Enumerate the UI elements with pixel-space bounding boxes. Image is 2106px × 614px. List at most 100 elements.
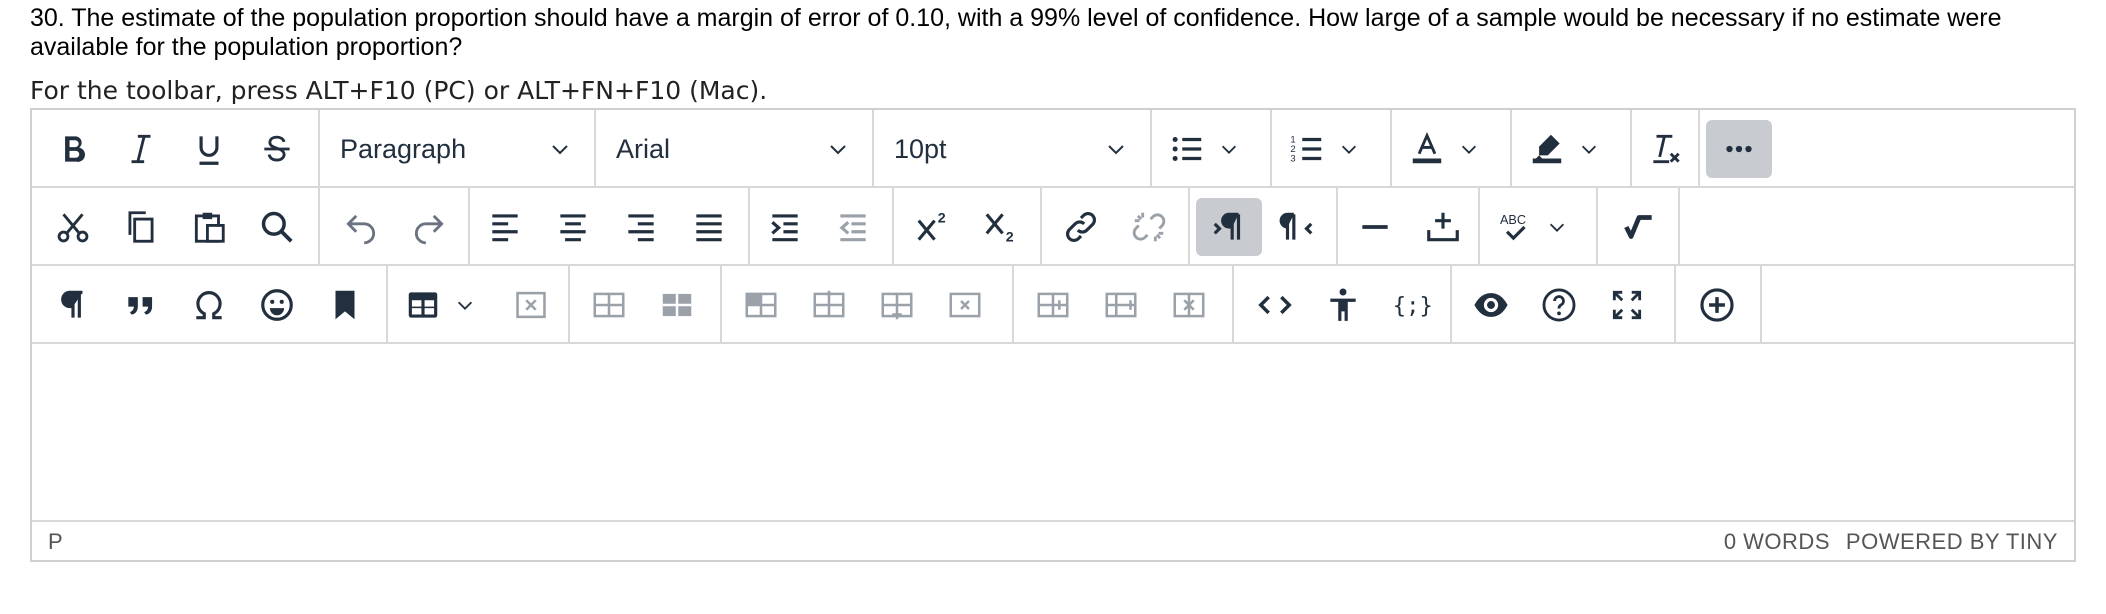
spellcheck-icon: ABC: [1500, 213, 1526, 241]
svg-text:2: 2: [938, 210, 946, 226]
indent-icon: [771, 214, 798, 242]
editor-statusbar: P 0 WORDS POWERED BY TINY: [32, 520, 2074, 560]
math-equation-button[interactable]: [1610, 198, 1668, 256]
bold-button[interactable]: [44, 120, 102, 178]
chevron-down-icon: [830, 145, 846, 155]
chevron-down-icon: [552, 145, 568, 155]
fullscreen-button[interactable]: [1598, 276, 1656, 334]
bookmark-button[interactable]: [316, 276, 374, 334]
editor-content-area[interactable]: [32, 344, 2074, 520]
cut-icon: [57, 213, 89, 243]
italic-icon: [131, 134, 151, 164]
numbered-list-group: 123: [1272, 110, 1392, 186]
font-size-select[interactable]: 10pt: [874, 120, 1150, 178]
chevron-down-icon: [1108, 145, 1124, 155]
table-row-props-button[interactable]: [580, 276, 638, 334]
insert-row-after-icon: [1105, 292, 1137, 318]
horizontal-line-button[interactable]: [1346, 198, 1404, 256]
direction-group: [1190, 188, 1338, 264]
text-color-button[interactable]: [1398, 120, 1506, 178]
rtl-button[interactable]: [1268, 198, 1326, 256]
emoji-button[interactable]: [248, 276, 306, 334]
table-group: [388, 266, 570, 342]
table-row-group: [570, 266, 722, 342]
align-left-button[interactable]: [476, 198, 534, 256]
link-icon: [1066, 212, 1096, 242]
rich-text-editor: Paragraph Arial 10pt 123 2 2 ABC {;} P 0…: [30, 108, 2076, 562]
add-content-button[interactable]: [1688, 276, 1746, 334]
block-format-value: Paragraph: [340, 133, 467, 164]
numbered-list-button[interactable]: 123: [1278, 120, 1386, 178]
outdent-icon: [839, 214, 866, 242]
font-family-select[interactable]: Arial: [596, 120, 872, 178]
italic-button[interactable]: [112, 120, 170, 178]
insert-row-button[interactable]: [1024, 276, 1082, 334]
insert-row-after-button[interactable]: [1092, 276, 1150, 334]
view-group: [1452, 266, 1676, 342]
table-cell-button[interactable]: [732, 276, 790, 334]
insert-column-after-button[interactable]: [868, 276, 926, 334]
special-character-button[interactable]: [180, 276, 238, 334]
superscript-icon: 2: [917, 210, 946, 241]
accessibility-button[interactable]: [1314, 276, 1372, 334]
delete-table-button[interactable]: [502, 276, 560, 334]
align-center-button[interactable]: [544, 198, 602, 256]
find-button[interactable]: [248, 198, 306, 256]
outdent-button[interactable]: [824, 198, 882, 256]
word-count[interactable]: 0 WORDS: [1724, 529, 1830, 555]
toolbar-row-1: Paragraph Arial 10pt 123: [32, 110, 2074, 188]
highlight-color-button[interactable]: [1518, 120, 1626, 178]
more-group: [1700, 110, 1778, 186]
spellcheck-button[interactable]: ABC: [1486, 198, 1594, 256]
powered-by-link[interactable]: POWERED BY TINY: [1846, 529, 2058, 555]
indent-button[interactable]: [756, 198, 814, 256]
justify-button[interactable]: [680, 198, 738, 256]
unlink-button[interactable]: [1120, 198, 1178, 256]
insert-misc-group: [1338, 188, 1480, 264]
delete-row-button[interactable]: [1160, 276, 1218, 334]
paste-button[interactable]: [180, 198, 238, 256]
ltr-button[interactable]: [1196, 198, 1262, 256]
horizontal-line-icon: [1362, 225, 1388, 229]
bullet-list-button[interactable]: [1158, 120, 1266, 178]
delete-column-button[interactable]: [936, 276, 994, 334]
table-cell-props-button[interactable]: [648, 276, 706, 334]
underline-button[interactable]: [180, 120, 238, 178]
font-size-group: 10pt: [874, 110, 1152, 186]
chevron-down-icon: [1341, 145, 1357, 154]
text-color-icon: [1412, 131, 1442, 164]
superscript-button[interactable]: 2: [904, 198, 962, 256]
clear-formatting-button[interactable]: [1637, 120, 1695, 178]
block-format-select[interactable]: Paragraph: [320, 120, 594, 178]
toolbar-row-3: {;}: [32, 266, 2074, 344]
svg-text:2: 2: [1006, 229, 1014, 245]
preview-button[interactable]: [1462, 276, 1520, 334]
code-sample-button[interactable]: {;}: [1382, 276, 1440, 334]
emoji-icon: [261, 289, 293, 321]
insert-anchor-button[interactable]: [1414, 198, 1472, 256]
table-cell-icon: [745, 292, 777, 318]
more-button[interactable]: [1706, 120, 1772, 178]
copy-icon: [128, 211, 154, 243]
toolbar-row-2: 2 2 ABC: [32, 188, 2074, 266]
block-format-group: Paragraph: [320, 110, 596, 186]
align-left-icon: [492, 214, 518, 242]
insert-column-before-button[interactable]: [800, 276, 858, 334]
link-button[interactable]: [1052, 198, 1110, 256]
align-right-button[interactable]: [612, 198, 670, 256]
bullet-list-group: [1152, 110, 1272, 186]
subscript-button[interactable]: 2: [972, 198, 1030, 256]
blockquote-button[interactable]: [112, 276, 170, 334]
cut-button[interactable]: [44, 198, 102, 256]
strikethrough-icon: [264, 135, 290, 162]
show-blocks-button[interactable]: [44, 276, 102, 334]
help-button[interactable]: [1530, 276, 1588, 334]
redo-button[interactable]: [400, 198, 458, 256]
copy-button[interactable]: [112, 198, 170, 256]
strikethrough-button[interactable]: [248, 120, 306, 178]
table-button[interactable]: [394, 276, 494, 334]
undo-button[interactable]: [332, 198, 390, 256]
source-code-button[interactable]: [1246, 276, 1304, 334]
font-family-group: Arial: [596, 110, 874, 186]
element-path[interactable]: P: [48, 529, 63, 555]
